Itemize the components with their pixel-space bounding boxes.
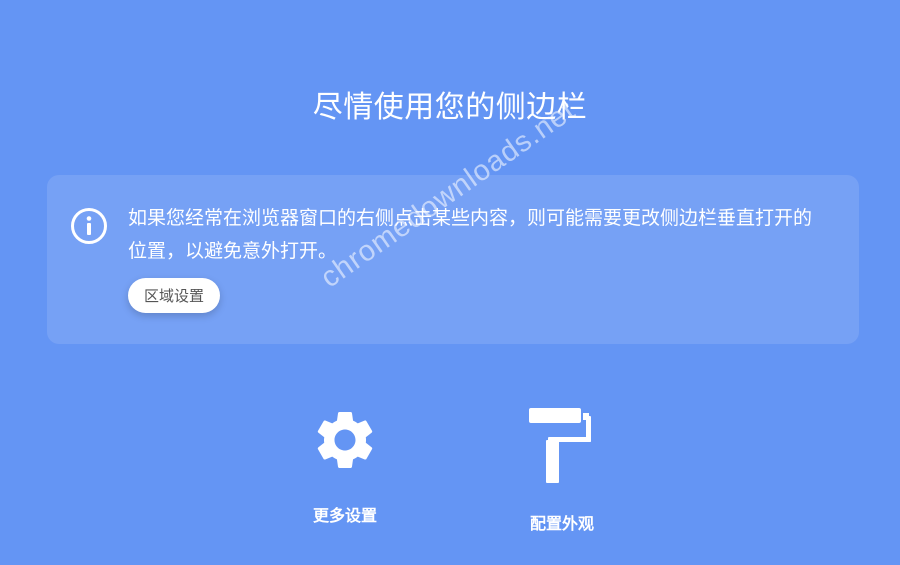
- customize-appearance-button[interactable]: 配置外观: [492, 405, 632, 534]
- info-message: 如果您经常在浏览器窗口的右侧点击某些内容，则可能需要更改侧边栏垂直打开的位置，以…: [128, 207, 813, 262]
- zone-settings-button[interactable]: 区域设置: [128, 278, 221, 313]
- more-settings-button[interactable]: 更多设置: [275, 405, 415, 526]
- page-title: 尽情使用您的侧边栏: [312, 90, 588, 125]
- info-icon: [71, 208, 107, 244]
- more-settings-label: 更多设置: [312, 506, 377, 525]
- gear-icon: [317, 412, 373, 468]
- paint-roller-icon: [529, 408, 591, 483]
- info-card: 如果您经常在浏览器窗口的右侧点击某些内容，则可能需要更改侧边栏垂直打开的位置，以…: [47, 175, 859, 344]
- customize-appearance-label: 配置外观: [529, 514, 594, 533]
